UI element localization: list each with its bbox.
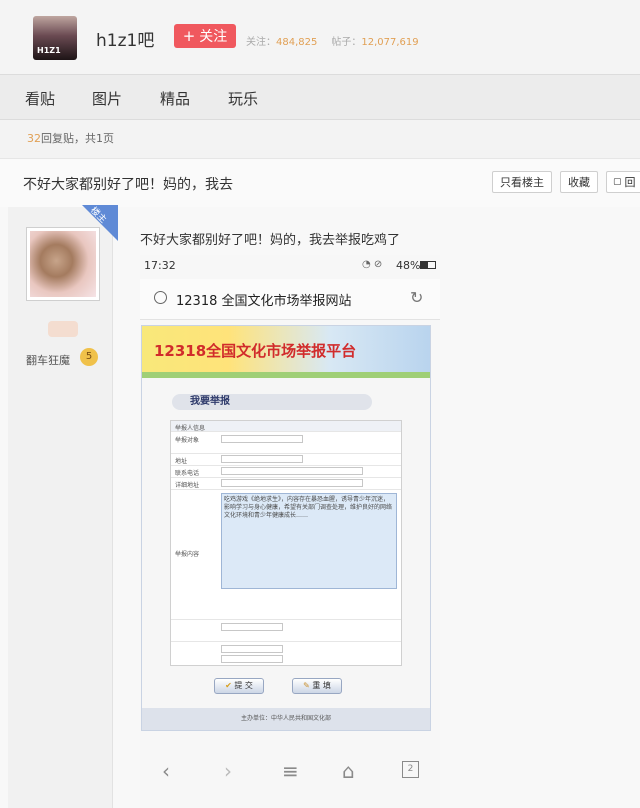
site-footer: 主办单位：中华人民共和国文化部 <box>142 708 430 730</box>
embedded-screenshot: 17:32 ◔ ⊘ 48% 12318 全国文化市场举报网站 ↻ 12318全国… <box>140 255 440 808</box>
reply-button[interactable]: ▢ 回 <box>606 171 640 193</box>
bar-avatar-text: H1Z1 <box>37 46 61 55</box>
phone-time: 17:32 <box>144 259 176 272</box>
complaint-textarea[interactable]: 吃鸡游戏《绝地求生》，内容存在暴恐血腥，诱导青少年沉迷，影响学习与身心健康，希望… <box>221 493 397 589</box>
comment-icon: ▢ <box>613 177 622 187</box>
form-label: 举报内容 <box>175 551 200 558</box>
refresh-icon: ↻ <box>410 288 424 307</box>
globe-icon <box>154 291 167 304</box>
check-icon: ✔ <box>225 681 232 690</box>
reply-label: 回复贴，共1页 <box>41 132 114 145</box>
posts-label: 帖子： <box>331 37 362 48</box>
battery-icon <box>420 261 436 269</box>
forward-icon[interactable]: › <box>224 759 232 783</box>
author-avatar[interactable] <box>26 227 100 301</box>
thread-title: 不好大家都别好了吧！妈的，我去 <box>23 177 233 193</box>
form-field[interactable] <box>221 479 363 487</box>
bar-stats: 关注：484,825 帖子：12,077,619 <box>246 33 419 48</box>
brush-icon: ✎ <box>303 681 310 690</box>
bar-avatar[interactable]: H1Z1 <box>33 16 77 60</box>
favorite-button[interactable]: 收藏 <box>560 171 598 193</box>
post-text: 不好大家都别好了吧！妈的，我去举报吃鸡了 <box>140 233 401 248</box>
reset-label: 重 填 <box>312 681 331 690</box>
signal-icon: ◔ ⊘ <box>362 259 383 270</box>
dog-photo <box>30 231 96 297</box>
author-panel: 楼主 翻车狂魔 5 <box>8 205 118 808</box>
banner-bar <box>142 372 430 378</box>
report-form: 举报人信息 举报对象 地址 联系电话 详细地址 举报内容 吃鸡游戏《绝地求生》，内… <box>170 420 402 666</box>
menu-icon[interactable]: ≡ <box>282 759 299 783</box>
follow-label: 关注 <box>199 29 228 45</box>
level-badge: 5 <box>80 348 98 366</box>
form-field[interactable] <box>221 435 303 443</box>
bar-name[interactable]: h1z1吧 <box>96 26 154 51</box>
site-banner: 12318全国文化市场举报平台 <box>142 326 430 372</box>
reset-button[interactable]: ✎ 重 填 <box>292 678 342 694</box>
tab-fun[interactable]: 玩乐 <box>228 88 258 109</box>
reply-button-label: 回 <box>624 176 636 189</box>
form-field[interactable] <box>221 645 283 653</box>
form-field[interactable] <box>221 623 283 631</box>
only-op-button[interactable]: 只看楼主 <box>492 171 552 193</box>
back-icon[interactable]: ‹ <box>162 759 170 783</box>
thread-titlebar: 不好大家都别好了吧！妈的，我去 只看楼主 收藏 ▢ 回 <box>0 158 640 208</box>
author-name[interactable]: 翻车狂魔 <box>26 352 70 368</box>
tab-featured[interactable]: 精品 <box>160 88 190 109</box>
phone-statusbar: 17:32 ◔ ⊘ 48% <box>140 255 440 275</box>
form-label: 举报对象 <box>175 437 200 444</box>
home-icon[interactable]: ⌂ <box>342 759 355 783</box>
form-field[interactable] <box>221 655 283 663</box>
form-row: 举报内容 吃鸡游戏《绝地求生》，内容存在暴恐血腥，诱导青少年沉迷，影响学习与身心健… <box>171 489 401 620</box>
tabs-icon[interactable]: 2 <box>402 761 419 778</box>
banner-title: 12318全国文化市场举报平台 <box>154 342 357 360</box>
author-title-blurred <box>48 321 78 337</box>
site-title: 12318 全国文化市场举报网站 <box>176 294 352 309</box>
form-label: 联系电话 <box>175 470 200 477</box>
form-row <box>171 619 401 642</box>
follow-button[interactable]: + 关注 <box>174 24 236 48</box>
browser-urlbar: 12318 全国文化市场举报网站 ↻ <box>140 279 440 320</box>
submit-label: 提 交 <box>234 681 253 690</box>
form-field[interactable] <box>221 455 303 463</box>
browser-navbar: ‹ › ≡ ⌂ 2 <box>140 747 440 791</box>
form-row <box>171 641 401 665</box>
form-label: 地址 <box>175 458 188 465</box>
op-badge-label: 楼主 <box>88 205 108 226</box>
form-row: 举报对象 <box>171 431 401 454</box>
posts-count: 12,077,619 <box>361 37 419 48</box>
plus-icon: + <box>182 27 196 45</box>
forum-tabs: 看贴 图片 精品 玩乐 <box>0 74 640 120</box>
report-webpage: 12318全国文化市场举报平台 我要举报 举报人信息 举报对象 地址 联系电话 … <box>141 325 431 731</box>
report-section-title: 我要举报 <box>172 394 372 410</box>
followers-count: 484,825 <box>276 37 318 48</box>
submit-button[interactable]: ✔ 提 交 <box>214 678 264 694</box>
post: 楼主 翻车狂魔 5 不好大家都别好了吧！妈的，我去举报吃鸡了 17:32 ◔ ⊘… <box>0 205 640 808</box>
tab-images[interactable]: 图片 <box>92 88 122 109</box>
forum-header: H1Z1 h1z1吧 + 关注 关注：484,825 帖子：12,077,619 <box>0 0 640 74</box>
form-field[interactable] <box>221 467 363 475</box>
tab-posts[interactable]: 看贴 <box>25 88 55 109</box>
followers-label: 关注： <box>246 37 276 48</box>
battery-percent: 48% <box>396 259 421 272</box>
form-label: 详细地址 <box>175 482 200 489</box>
reply-meta: 32回复贴，共1页 <box>27 130 114 146</box>
reply-count: 32 <box>27 132 41 145</box>
